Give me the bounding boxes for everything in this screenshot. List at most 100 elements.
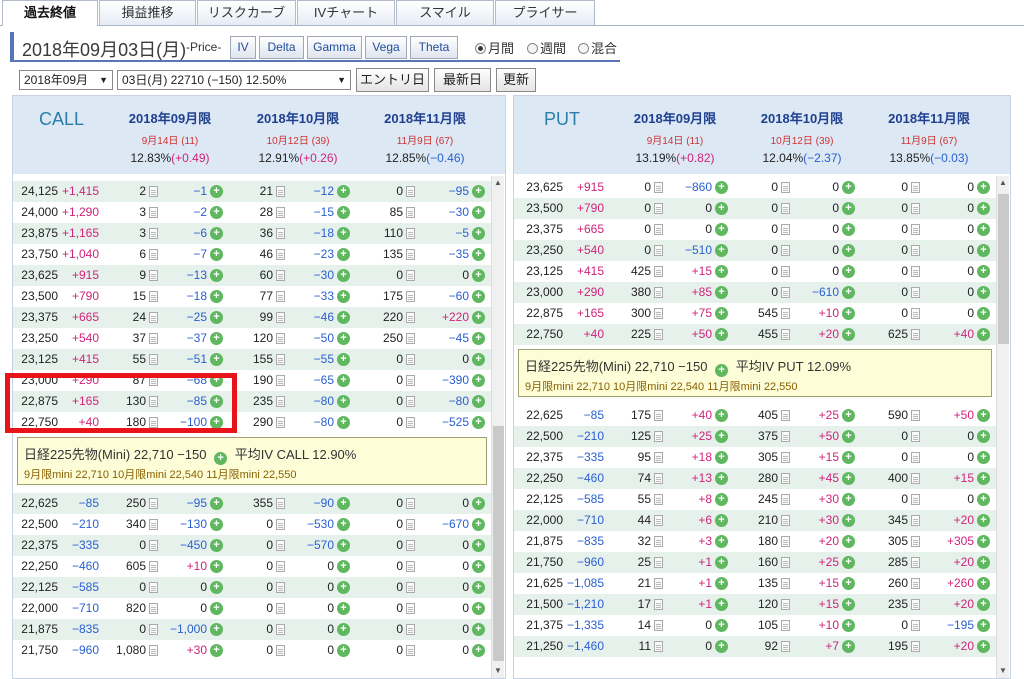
put-scrollbar[interactable]: ▲ ▼: [996, 176, 1009, 678]
add-icon[interactable]: +: [715, 640, 728, 653]
add-icon[interactable]: +: [337, 374, 350, 387]
add-icon[interactable]: +: [842, 619, 855, 632]
add-icon[interactable]: +: [337, 332, 350, 345]
add-icon[interactable]: +: [337, 518, 350, 531]
add-icon[interactable]: +: [337, 248, 350, 261]
add-icon[interactable]: +: [337, 353, 350, 366]
add-icon[interactable]: +: [842, 556, 855, 569]
delta-button[interactable]: Delta: [259, 36, 304, 59]
add-icon[interactable]: +: [472, 227, 485, 240]
add-icon[interactable]: +: [337, 269, 350, 282]
scroll-up-icon[interactable]: ▲: [494, 178, 502, 187]
add-icon[interactable]: +: [210, 623, 223, 636]
tab-pnl-trend[interactable]: 損益推移: [99, 0, 196, 25]
add-icon[interactable]: +: [337, 416, 350, 429]
add-icon[interactable]: +: [715, 244, 728, 257]
tab-smile[interactable]: スマイル: [396, 0, 494, 25]
add-icon[interactable]: +: [715, 514, 728, 527]
add-icon[interactable]: +: [210, 269, 223, 282]
add-icon[interactable]: +: [337, 395, 350, 408]
add-icon[interactable]: +: [715, 619, 728, 632]
add-icon[interactable]: +: [977, 244, 990, 257]
gamma-button[interactable]: Gamma: [307, 36, 362, 59]
tab-iv-chart[interactable]: IVチャート: [297, 0, 395, 25]
latest-date-button[interactable]: 最新日: [434, 68, 491, 92]
add-icon[interactable]: +: [977, 556, 990, 569]
radio-weekly[interactable]: 週間: [527, 38, 566, 57]
add-icon[interactable]: +: [472, 560, 485, 573]
add-icon[interactable]: +: [472, 539, 485, 552]
add-icon[interactable]: +: [842, 430, 855, 443]
scroll-down-icon[interactable]: ▼: [999, 666, 1007, 675]
call-scrollbar[interactable]: ▲ ▼: [491, 176, 504, 678]
add-icon[interactable]: +: [337, 644, 350, 657]
add-icon[interactable]: +: [977, 307, 990, 320]
add-icon[interactable]: +: [842, 514, 855, 527]
add-icon[interactable]: +: [337, 623, 350, 636]
add-icon[interactable]: +: [472, 374, 485, 387]
add-icon[interactable]: +: [715, 535, 728, 548]
add-icon[interactable]: +: [715, 328, 728, 341]
add-icon[interactable]: +: [337, 497, 350, 510]
add-icon[interactable]: +: [472, 395, 485, 408]
add-icon[interactable]: +: [472, 269, 485, 282]
day-select[interactable]: 03日(月) 22710 (−150) 12.50% ▼: [117, 70, 351, 90]
add-icon[interactable]: +: [842, 451, 855, 464]
add-icon[interactable]: +: [842, 181, 855, 194]
add-icon[interactable]: +: [842, 409, 855, 422]
add-icon[interactable]: +: [337, 206, 350, 219]
add-icon[interactable]: +: [715, 265, 728, 278]
add-icon[interactable]: +: [715, 286, 728, 299]
add-icon[interactable]: +: [472, 185, 485, 198]
add-icon[interactable]: +: [842, 307, 855, 320]
add-icon[interactable]: +: [210, 206, 223, 219]
add-icon[interactable]: +: [472, 353, 485, 366]
add-icon[interactable]: +: [977, 202, 990, 215]
add-icon[interactable]: +: [337, 185, 350, 198]
add-icon[interactable]: +: [472, 581, 485, 594]
add-icon[interactable]: +: [472, 497, 485, 510]
tab-past-close[interactable]: 過去終値: [2, 0, 98, 26]
add-icon[interactable]: +: [977, 472, 990, 485]
scroll-up-icon[interactable]: ▲: [999, 178, 1007, 187]
add-icon[interactable]: +: [842, 535, 855, 548]
add-icon[interactable]: +: [715, 556, 728, 569]
add-icon[interactable]: +: [977, 286, 990, 299]
add-icon[interactable]: +: [472, 623, 485, 636]
tab-pricer[interactable]: プライサー: [495, 0, 595, 25]
add-icon[interactable]: +: [210, 497, 223, 510]
add-icon[interactable]: +: [210, 290, 223, 303]
add-icon[interactable]: +: [842, 202, 855, 215]
theta-button[interactable]: Theta: [410, 36, 458, 59]
add-icon[interactable]: +: [337, 560, 350, 573]
add-icon[interactable]: +: [337, 227, 350, 240]
add-icon[interactable]: +: [214, 452, 228, 465]
add-icon[interactable]: +: [842, 472, 855, 485]
scroll-down-icon[interactable]: ▼: [494, 666, 502, 675]
add-icon[interactable]: +: [472, 332, 485, 345]
add-icon[interactable]: +: [210, 353, 223, 366]
add-icon[interactable]: +: [977, 265, 990, 278]
add-icon[interactable]: +: [210, 185, 223, 198]
add-icon[interactable]: +: [977, 514, 990, 527]
add-icon[interactable]: +: [977, 493, 990, 506]
add-icon[interactable]: +: [210, 581, 223, 594]
add-icon[interactable]: +: [210, 311, 223, 324]
add-icon[interactable]: +: [337, 290, 350, 303]
add-icon[interactable]: +: [472, 602, 485, 615]
add-icon[interactable]: +: [842, 577, 855, 590]
add-icon[interactable]: +: [715, 577, 728, 590]
add-icon[interactable]: +: [977, 640, 990, 653]
add-icon[interactable]: +: [842, 640, 855, 653]
add-icon[interactable]: +: [715, 472, 728, 485]
add-icon[interactable]: +: [842, 223, 855, 236]
add-icon[interactable]: +: [210, 602, 223, 615]
add-icon[interactable]: +: [715, 409, 728, 422]
add-icon[interactable]: +: [977, 409, 990, 422]
add-icon[interactable]: +: [842, 598, 855, 611]
entry-date-button[interactable]: エントリ日: [356, 68, 429, 92]
add-icon[interactable]: +: [977, 328, 990, 341]
add-icon[interactable]: +: [715, 430, 728, 443]
vega-button[interactable]: Vega: [365, 36, 407, 59]
add-icon[interactable]: +: [715, 223, 728, 236]
